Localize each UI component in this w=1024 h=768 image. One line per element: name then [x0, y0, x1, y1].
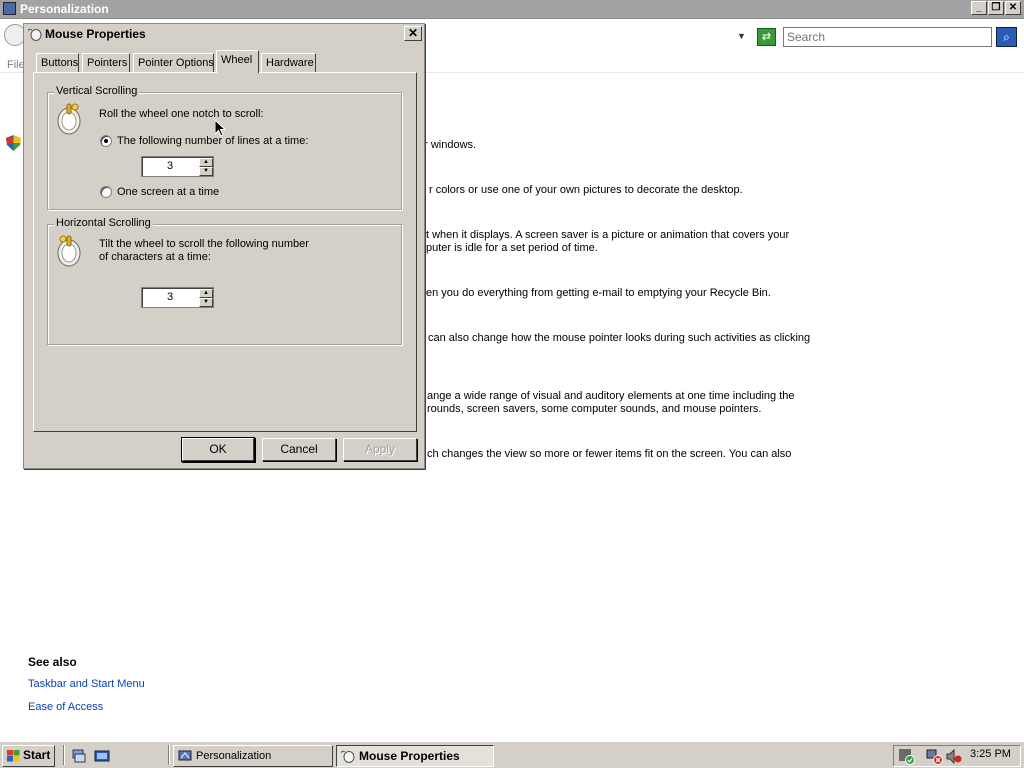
ok-button[interactable]: OK: [182, 438, 254, 461]
mouse-properties-dialog: Mouse Properties ✕ Buttons Pointers Poin…: [23, 23, 425, 469]
start-label: Start: [23, 748, 51, 762]
network-disconnected-icon[interactable]: [926, 748, 944, 765]
radio-one-screen-label[interactable]: One screen at a time: [117, 186, 219, 198]
taskbar: Start Personalization Mouse Properties 3…: [0, 741, 1024, 768]
mouse-icon: [28, 28, 42, 41]
shield-icon: [6, 135, 21, 151]
dialog-titlebar[interactable]: Mouse Properties ✕: [24, 24, 424, 44]
mouse-wheel-icon: [57, 103, 81, 135]
dialog-title: Mouse Properties: [45, 27, 146, 41]
spin-up-icon[interactable]: ▲: [199, 289, 213, 298]
task-label: Mouse Properties: [359, 749, 460, 763]
apply-button[interactable]: Apply: [343, 438, 417, 461]
body-text-line: en you do everything from getting e-mail…: [426, 287, 771, 299]
control-panel-icon: [178, 750, 192, 761]
body-text-line: can also change how the mouse pointer lo…: [428, 332, 811, 344]
clock[interactable]: 3:25 PM: [970, 748, 1011, 760]
see-also-heading: See also: [28, 655, 77, 669]
horizontal-description-2: of characters at a time:: [99, 251, 211, 263]
start-button[interactable]: Start: [2, 745, 55, 767]
switch-windows-icon[interactable]: [94, 748, 110, 764]
search-icon[interactable]: ⌕: [996, 27, 1017, 47]
dialog-close-button[interactable]: ✕: [404, 26, 422, 41]
tab-hardware[interactable]: Hardware: [261, 53, 316, 72]
mouse-cursor-icon: [215, 120, 227, 137]
spin-down-icon[interactable]: ▼: [199, 298, 213, 307]
vertical-scrolling-label: Vertical Scrolling: [54, 85, 140, 97]
body-text-line: puter is idle for a set period of time.: [426, 242, 598, 254]
chars-spinner[interactable]: 3 ▲ ▼: [141, 287, 214, 308]
taskbar-divider: [63, 745, 65, 765]
tab-pointer-options[interactable]: Pointer Options: [133, 53, 214, 72]
body-text-line: rounds, screen savers, some computer sou…: [427, 403, 762, 415]
body-text-line: r colors or use one of your own pictures…: [429, 184, 743, 196]
personalization-title: Personalization: [20, 2, 109, 16]
radio-lines-at-a-time[interactable]: [100, 135, 112, 147]
desktop: Personalization _ ❐ ✕ ▼ ⇄ ⌕ File ur wind…: [0, 0, 1024, 768]
spin-down-icon[interactable]: ▼: [199, 167, 213, 176]
show-desktop-icon[interactable]: [71, 748, 87, 764]
volume-muted-icon[interactable]: [946, 749, 962, 764]
body-text-line: ch changes the view so more or fewer ite…: [427, 448, 792, 460]
lines-value[interactable]: 3: [142, 160, 198, 172]
address-dropdown-icon[interactable]: ▼: [737, 31, 746, 41]
radio-one-screen[interactable]: [100, 186, 112, 198]
search-input[interactable]: [784, 28, 991, 46]
task-personalization[interactable]: Personalization: [173, 745, 333, 767]
taskbar-divider: [168, 745, 170, 765]
search-input-box[interactable]: [783, 27, 992, 47]
cancel-button[interactable]: Cancel: [262, 438, 336, 461]
task-mouse-properties[interactable]: Mouse Properties: [336, 745, 494, 767]
body-text-line: ur windows.: [418, 139, 477, 151]
spin-up-icon[interactable]: ▲: [199, 158, 213, 167]
control-panel-icon: [3, 2, 16, 15]
tab-wheel[interactable]: Wheel: [216, 50, 259, 73]
body-text-line: t when it displays. A screen saver is a …: [426, 229, 790, 241]
tab-buttons[interactable]: Buttons: [36, 53, 79, 72]
task-label: Personalization: [196, 750, 272, 762]
vertical-description: Roll the wheel one notch to scroll:: [99, 108, 264, 120]
close-button[interactable]: ✕: [1005, 1, 1021, 15]
link-taskbar-start-menu[interactable]: Taskbar and Start Menu: [28, 678, 145, 690]
tab-pointers[interactable]: Pointers: [82, 53, 130, 72]
horizontal-scrolling-label: Horizontal Scrolling: [54, 217, 153, 229]
windows-logo-icon: [7, 750, 20, 762]
link-ease-of-access[interactable]: Ease of Access: [28, 701, 103, 713]
mouse-icon: [341, 750, 355, 763]
security-center-icon[interactable]: [898, 748, 916, 765]
minimize-button[interactable]: _: [971, 1, 987, 15]
mouse-tilt-icon: [57, 235, 81, 267]
lines-spinner[interactable]: 3 ▲ ▼: [141, 156, 214, 177]
radio-lines-label[interactable]: The following number of lines at a time:: [117, 135, 308, 147]
personalization-titlebar[interactable]: Personalization _ ❐ ✕: [0, 0, 1024, 19]
chars-value[interactable]: 3: [142, 291, 198, 303]
body-text-line: ange a wide range of visual and auditory…: [427, 390, 795, 402]
refresh-icon[interactable]: ⇄: [757, 28, 776, 46]
horizontal-description-1: Tilt the wheel to scroll the following n…: [99, 238, 309, 250]
restore-button[interactable]: ❐: [988, 1, 1004, 15]
